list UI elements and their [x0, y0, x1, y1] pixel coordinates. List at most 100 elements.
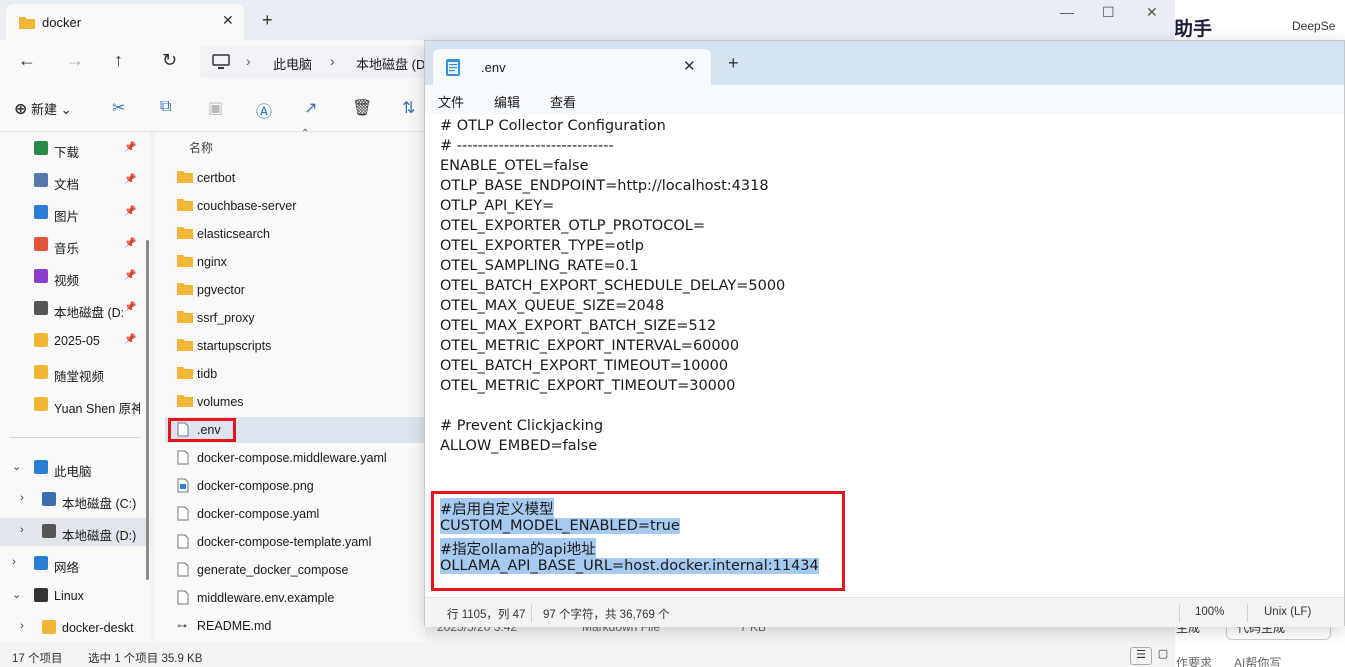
- close-icon[interactable]: ✕: [683, 57, 696, 75]
- tree-item-label: 网络: [54, 561, 80, 575]
- picture-icon: [34, 205, 48, 219]
- column-header-name[interactable]: 名称: [189, 139, 213, 156]
- notepad-tab[interactable]: .env ✕: [433, 49, 711, 85]
- share-icon[interactable]: ↗: [304, 98, 317, 118]
- sidebar-item[interactable]: 视频 📌: [0, 263, 146, 291]
- address-bar[interactable]: › 此电脑 › 本地磁盘 (D:): [200, 46, 440, 78]
- pin-icon[interactable]: 📌: [124, 174, 136, 185]
- tree-item[interactable]: › docker-deskt: [0, 614, 146, 642]
- menu-edit[interactable]: 编辑: [494, 92, 520, 111]
- file-row[interactable]: docker-compose.yaml: [165, 501, 425, 527]
- maximize-icon[interactable]: ☐: [1102, 4, 1115, 21]
- custom-model-highlight-box: [431, 491, 845, 591]
- tree-item[interactable]: › 本地磁盘 (C:): [0, 486, 146, 514]
- sidebar-item[interactable]: 文档 📌: [0, 167, 146, 195]
- sidebar-item[interactable]: 图片 📌: [0, 199, 146, 227]
- file-name: generate_docker_compose: [197, 563, 349, 577]
- pin-icon[interactable]: 📌: [124, 334, 136, 345]
- folder-icon: [19, 17, 35, 29]
- sidebar-item[interactable]: 本地磁盘 (D: 📌: [0, 295, 146, 323]
- sort-ascending-icon: ⌃: [301, 128, 310, 139]
- file-icon: ⊶: [177, 618, 189, 636]
- file-name: docker-compose-template.yaml: [197, 535, 372, 549]
- details-view-icon[interactable]: ☰: [1130, 647, 1152, 665]
- sidebar-item[interactable]: 下载 📌: [0, 135, 146, 163]
- new-button[interactable]: ⊕ 新建 ⌄: [14, 99, 72, 119]
- copy-icon[interactable]: ⧉: [160, 98, 171, 116]
- chevron-right-icon[interactable]: ›: [20, 620, 24, 632]
- status-line-ending[interactable]: Unix (LF): [1264, 606, 1311, 618]
- explorer-tab[interactable]: docker ✕: [6, 4, 244, 40]
- breadcrumb-this-pc[interactable]: 此电脑: [273, 54, 312, 73]
- window-close-icon[interactable]: ✕: [1146, 4, 1158, 21]
- tree-item[interactable]: › 网络: [0, 550, 146, 578]
- file-row[interactable]: ssrf_proxy: [165, 305, 425, 331]
- file-row[interactable]: ⊶ README.md: [165, 613, 425, 639]
- paste-icon[interactable]: ▣: [208, 98, 223, 118]
- editor-line: OTEL_SAMPLING_RATE=0.1: [440, 258, 639, 274]
- file-row[interactable]: generate_docker_compose: [165, 557, 425, 583]
- folder-icon: [177, 394, 193, 411]
- file-row[interactable]: middleware.env.example: [165, 585, 425, 611]
- chevron-right-icon[interactable]: ›: [20, 492, 24, 504]
- pin-icon[interactable]: 📌: [124, 270, 136, 281]
- rename-icon[interactable]: Ⓐ: [256, 98, 272, 122]
- sort-icon[interactable]: ⇅: [402, 98, 415, 118]
- refresh-icon[interactable]: ↻: [162, 50, 177, 71]
- file-row[interactable]: pgvector: [165, 277, 425, 303]
- delete-icon[interactable]: 🗑: [352, 98, 372, 118]
- ai-write-link[interactable]: AI帮你写: [1234, 654, 1281, 667]
- sidebar-item[interactable]: 音乐 📌: [0, 231, 146, 259]
- file-row[interactable]: certbot: [165, 165, 425, 191]
- pin-icon[interactable]: 📌: [124, 142, 136, 153]
- sidebar-scrollbar[interactable]: [146, 240, 149, 580]
- editor-line: OTEL_EXPORTER_TYPE=otlp: [440, 238, 644, 254]
- chevron-right-icon[interactable]: ›: [20, 524, 24, 536]
- computer-icon: [34, 460, 48, 474]
- pin-icon[interactable]: 📌: [124, 206, 136, 217]
- drive-icon: [42, 492, 56, 506]
- tree-item[interactable]: › 本地磁盘 (D:): [0, 518, 146, 546]
- breadcrumb-drive[interactable]: 本地磁盘 (D:): [356, 54, 433, 73]
- new-tab-button[interactable]: +: [262, 10, 273, 31]
- minimize-icon[interactable]: —: [1060, 4, 1074, 20]
- tiles-view-icon[interactable]: ▢: [1152, 647, 1174, 665]
- back-arrow-icon[interactable]: ←: [18, 50, 36, 71]
- text-editor[interactable]: # OTLP Collector Configuration # --------…: [425, 115, 1344, 595]
- pin-icon[interactable]: 📌: [124, 238, 136, 249]
- file-row[interactable]: elasticsearch: [165, 221, 425, 247]
- new-tab-button[interactable]: +: [728, 53, 739, 74]
- sidebar-item[interactable]: 2025-05 📌: [0, 327, 146, 355]
- status-zoom[interactable]: 100%: [1195, 606, 1224, 618]
- file-row[interactable]: couchbase-server: [165, 193, 425, 219]
- sidebar-item[interactable]: 随堂视频: [0, 359, 146, 387]
- file-row[interactable]: tidb: [165, 361, 425, 387]
- file-icon: [177, 450, 189, 468]
- pin-icon[interactable]: 📌: [124, 302, 136, 313]
- file-row[interactable]: docker-compose-template.yaml: [165, 529, 425, 555]
- close-icon[interactable]: ✕: [222, 12, 234, 29]
- chevron-right-icon[interactable]: ›: [12, 556, 16, 568]
- editor-line: OTLP_API_KEY=: [440, 198, 555, 214]
- notepad-title-bar: .env ✕ +: [425, 41, 1344, 85]
- tree-item[interactable]: ⌄ 此电脑: [0, 454, 146, 482]
- sidebar-item[interactable]: Yuan Shen 原神: [0, 391, 146, 419]
- file-name: docker-compose.png: [197, 479, 314, 493]
- download-icon: [34, 141, 48, 155]
- up-arrow-icon[interactable]: ↑: [114, 50, 123, 71]
- chevron-down-icon[interactable]: ⌄: [12, 460, 21, 473]
- chevron-down-icon[interactable]: ⌄: [12, 588, 21, 601]
- status-selected: 选中 1 个项目 35.9 KB: [88, 653, 203, 665]
- cut-icon[interactable]: ✂: [112, 98, 125, 118]
- file-row[interactable]: docker-compose.middleware.yaml: [165, 445, 425, 471]
- file-name: nginx: [197, 255, 227, 269]
- menu-view[interactable]: 查看: [550, 92, 576, 111]
- menu-file[interactable]: 文件: [438, 92, 464, 111]
- file-row[interactable]: docker-compose.png: [165, 473, 425, 499]
- forward-arrow-icon[interactable]: →: [66, 50, 84, 71]
- tree-item-label: docker-deskt: [62, 621, 134, 635]
- tree-item[interactable]: ⌄ Linux: [0, 582, 146, 610]
- file-row[interactable]: startupscripts: [165, 333, 425, 359]
- file-row[interactable]: nginx: [165, 249, 425, 275]
- file-row[interactable]: volumes: [165, 389, 425, 415]
